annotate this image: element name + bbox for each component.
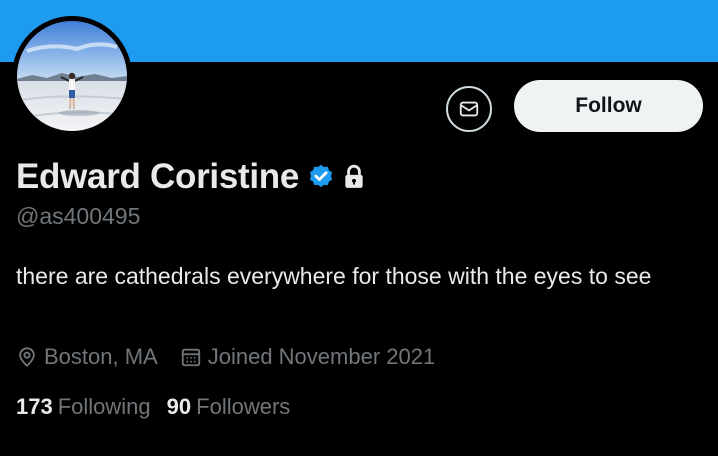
profile-header: Follow Edward Coristine @as400495 there … (0, 0, 718, 456)
location-text: Boston, MA (44, 344, 158, 369)
calendar-icon (181, 348, 200, 367)
joined-text: Joined November 2021 (207, 344, 436, 369)
following-count: 173 (16, 394, 53, 419)
following-link[interactable]: 173 Following (16, 394, 151, 420)
verified-badge-icon[interactable] (307, 163, 335, 191)
followers-link[interactable]: 90 Followers (167, 394, 291, 420)
followers-label: Followers (196, 394, 291, 419)
follow-button-label: Follow (575, 94, 642, 117)
profile-meta: Boston, MA Joined November 2021 (16, 340, 457, 374)
followers-count: 90 (166, 394, 192, 419)
profile-bio: there are cathedrals everywhere for thos… (16, 263, 652, 289)
following-label: Following (57, 394, 151, 419)
message-button[interactable] (446, 86, 492, 132)
location-pin-icon (19, 347, 35, 367)
username-handle: @as400495 (16, 203, 141, 229)
avatar-photo (17, 21, 127, 131)
location-item: Boston, MA (16, 344, 158, 370)
lock-icon (343, 164, 365, 190)
follow-button[interactable]: Follow (514, 80, 703, 132)
follow-stats: 173 Following 90 Followers (16, 390, 306, 424)
display-name: Edward Coristine (16, 157, 300, 196)
avatar[interactable] (12, 16, 132, 136)
name-row: Edward Coristine (16, 152, 365, 202)
joined-item: Joined November 2021 (180, 344, 435, 370)
message-icon (459, 101, 479, 117)
